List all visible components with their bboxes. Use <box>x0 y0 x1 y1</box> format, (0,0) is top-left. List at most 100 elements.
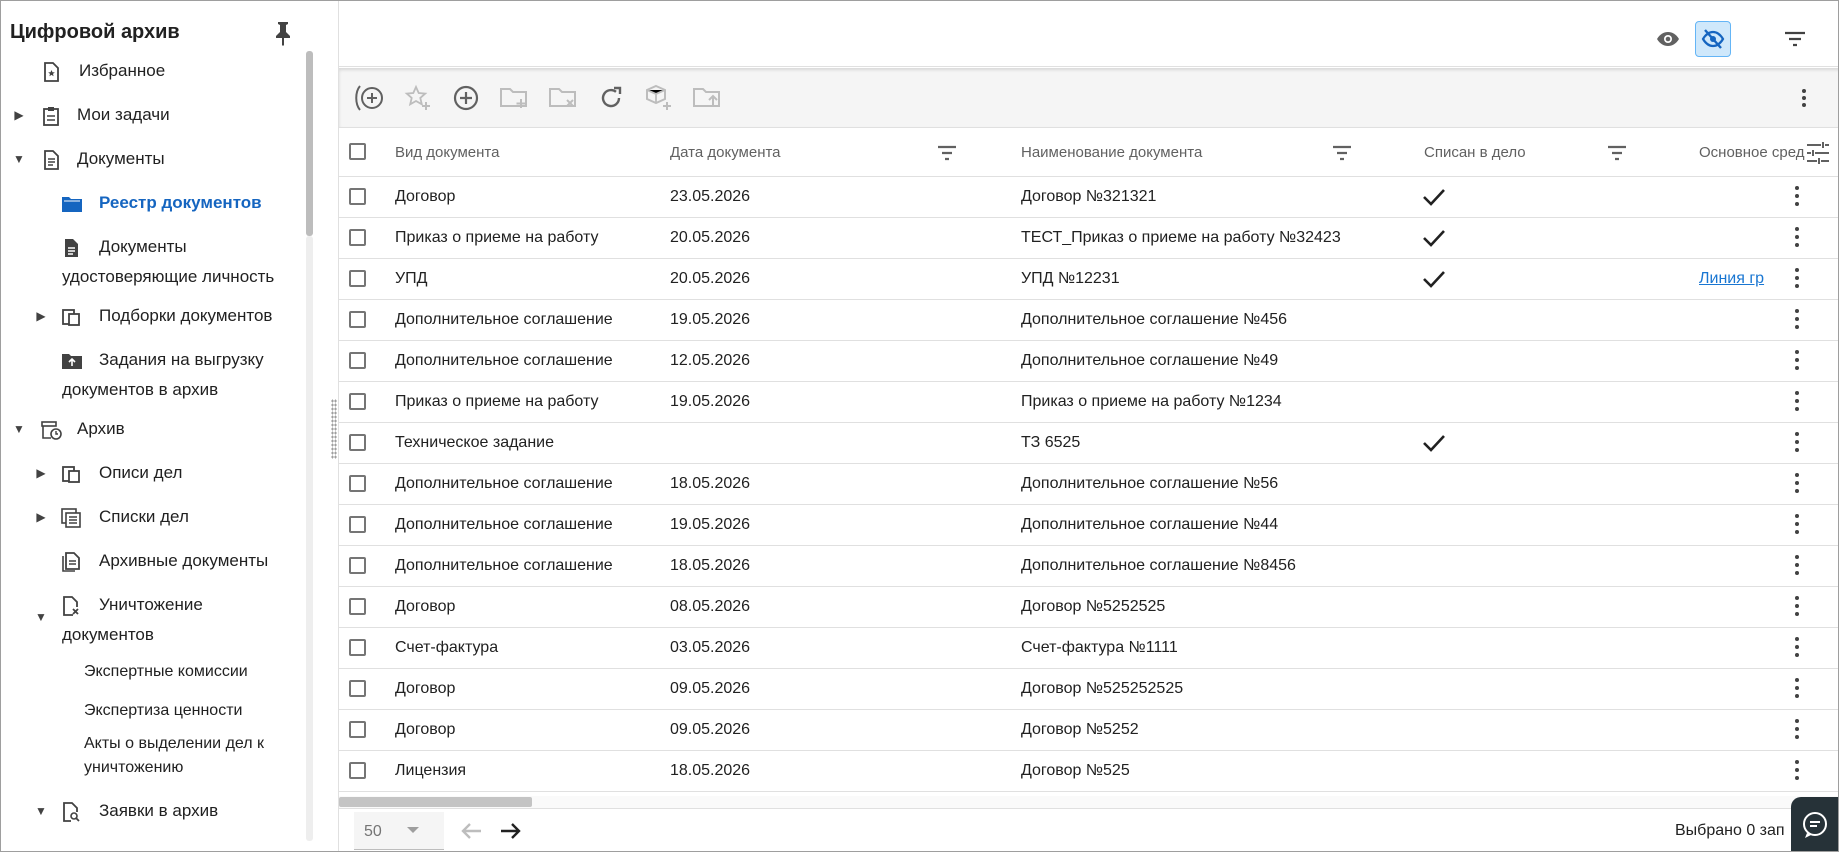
row-menu-icon[interactable] <box>1794 390 1802 414</box>
add-bracket-icon[interactable] <box>354 82 386 114</box>
row-menu-icon[interactable] <box>1794 267 1802 291</box>
cell-document-name: ТЕСТ_Приказ о приеме на работу №32423 <box>1021 229 1341 246</box>
horizontal-scrollbar-thumb[interactable] <box>339 797 532 807</box>
row-checkbox[interactable] <box>349 557 366 574</box>
eye-off-icon[interactable] <box>1695 21 1731 57</box>
row-checkbox[interactable] <box>349 516 366 533</box>
row-checkbox[interactable] <box>349 721 366 738</box>
table-row[interactable]: Дополнительное соглашение 19.05.2026 Допол… <box>339 505 1838 546</box>
arrow-left-icon[interactable] <box>459 819 489 845</box>
table-row[interactable]: Счет-фактура 03.05.2026 Счет-фактура №1111 <box>339 628 1838 669</box>
table-row[interactable]: Приказ о приеме на работу 19.05.2026 Прика… <box>339 382 1838 423</box>
chevron-down-icon[interactable]: ▼ <box>34 796 48 826</box>
chevron-down-icon[interactable]: ▼ <box>12 414 26 444</box>
table-row[interactable]: Дополнительное соглашение 19.05.2026 Допол… <box>339 300 1838 341</box>
folder-upload-icon[interactable] <box>691 82 723 114</box>
column-header-filed[interactable]: Списан в дело <box>1424 144 1526 161</box>
sidebar-item-label: Реестр документов <box>99 193 262 212</box>
add-circle-icon[interactable] <box>450 82 482 114</box>
dropdown-arrow-icon <box>407 827 419 833</box>
table-row[interactable]: Договор 23.05.2026 Договор №321321 <box>339 177 1838 218</box>
sidebar-item-identity-documents[interactable]: Документы удостоверяющие личность <box>1 232 301 292</box>
row-checkbox[interactable] <box>349 639 366 656</box>
row-checkbox[interactable] <box>349 475 366 492</box>
cell-asset-link[interactable]: Линия гр <box>1699 270 1764 288</box>
sidebar-scrollbar-thumb[interactable] <box>306 51 313 236</box>
row-menu-icon[interactable] <box>1794 513 1802 537</box>
row-checkbox[interactable] <box>349 229 366 246</box>
arrow-right-icon[interactable] <box>497 819 527 845</box>
row-checkbox[interactable] <box>349 311 366 328</box>
cell-document-date: 19.05.2026 <box>670 516 751 533</box>
row-menu-icon[interactable] <box>1794 595 1802 619</box>
star-add-icon[interactable] <box>402 82 434 114</box>
sidebar-item-export-tasks[interactable]: Задания на выгрузку документов в архив <box>1 345 301 405</box>
column-header-asset[interactable]: Основное сред <box>1699 144 1805 161</box>
app-window: Цифровой архив Избранное ▶ Мои задачи ▼ <box>0 0 1839 852</box>
row-menu-icon[interactable] <box>1794 677 1802 701</box>
sidebar-scrollbar-track[interactable] <box>306 236 313 841</box>
row-menu-icon[interactable] <box>1794 308 1802 332</box>
column-header-name[interactable]: Наименование документа <box>1021 144 1202 161</box>
row-checkbox[interactable] <box>349 598 366 615</box>
refresh-icon[interactable] <box>595 82 627 114</box>
sidebar-resize-handle[interactable] <box>331 399 337 459</box>
cell-document-name: Договор №525252525 <box>1021 680 1184 697</box>
table-row[interactable]: Договор 08.05.2026 Договор №5252525 <box>339 587 1838 628</box>
column-header-type[interactable]: Вид документа <box>395 144 499 161</box>
chevron-right-icon[interactable]: ▶ <box>34 301 48 331</box>
horizontal-scrollbar[interactable] <box>339 796 1838 808</box>
clipboard-icon <box>41 106 61 126</box>
chevron-right-icon[interactable]: ▶ <box>34 502 48 532</box>
table-row[interactable]: Договор 09.05.2026 Договор №5252 <box>339 710 1838 751</box>
row-checkbox[interactable] <box>349 434 366 451</box>
cell-document-date: 18.05.2026 <box>670 762 751 779</box>
row-menu-icon[interactable] <box>1794 185 1802 209</box>
more-vertical-icon[interactable] <box>1794 82 1814 114</box>
page-size-select[interactable]: 50 <box>354 812 444 850</box>
table-row[interactable]: Дополнительное соглашение 18.05.2026 Допол… <box>339 464 1838 505</box>
row-checkbox[interactable] <box>349 188 366 205</box>
row-checkbox[interactable] <box>349 680 366 697</box>
row-checkbox[interactable] <box>349 762 366 779</box>
chevron-right-icon[interactable]: ▶ <box>34 458 48 488</box>
row-menu-icon[interactable] <box>1794 718 1802 742</box>
row-menu-icon[interactable] <box>1794 472 1802 496</box>
table-row[interactable]: УПД 20.05.2026 УПД №12231 Линия гр <box>339 259 1838 300</box>
table-row[interactable]: Лицензия 18.05.2026 Договор №525 <box>339 751 1838 792</box>
row-menu-icon[interactable] <box>1794 431 1802 455</box>
cell-document-name: ТЗ 6525 <box>1021 434 1081 451</box>
sidebar-item-destruction-acts[interactable]: Акты о выделении дел к уничтожению <box>1 732 301 784</box>
row-checkbox[interactable] <box>349 352 366 369</box>
column-settings-icon[interactable] <box>1805 140 1831 166</box>
row-checkbox[interactable] <box>349 393 366 410</box>
row-menu-icon[interactable] <box>1794 226 1802 250</box>
column-header-date[interactable]: Дата документа <box>670 144 781 161</box>
folder-remove-icon[interactable] <box>547 82 579 114</box>
table-row[interactable]: Техническое задание ТЗ 6525 <box>339 423 1838 464</box>
table-row[interactable]: Договор 09.05.2026 Договор №525252525 <box>339 669 1838 710</box>
package-add-icon[interactable] <box>643 82 675 114</box>
chat-button[interactable] <box>1791 797 1838 851</box>
column-filter-icon[interactable] <box>1606 143 1628 163</box>
column-filter-icon[interactable] <box>1331 143 1353 163</box>
pin-icon[interactable] <box>271 19 295 47</box>
row-menu-icon[interactable] <box>1794 554 1802 578</box>
chevron-right-icon[interactable]: ▶ <box>12 100 26 130</box>
filter-icon[interactable] <box>1777 21 1813 57</box>
eye-icon[interactable] <box>1650 21 1686 57</box>
cell-document-name: Дополнительное соглашение №49 <box>1021 352 1279 369</box>
sidebar-item-destruction[interactable]: ▼ Уничтожение документов <box>1 590 301 650</box>
select-all-checkbox[interactable] <box>349 143 366 160</box>
table-row[interactable]: Дополнительное соглашение 12.05.2026 Допол… <box>339 341 1838 382</box>
row-menu-icon[interactable] <box>1794 349 1802 373</box>
row-menu-icon[interactable] <box>1794 636 1802 660</box>
row-menu-icon[interactable] <box>1794 759 1802 783</box>
folder-add-icon[interactable] <box>498 82 530 114</box>
column-filter-icon[interactable] <box>936 143 958 163</box>
chevron-down-icon[interactable]: ▼ <box>34 602 48 632</box>
table-row[interactable]: Приказ о приеме на работу 20.05.2026 ТЕСТ_… <box>339 218 1838 259</box>
row-checkbox[interactable] <box>349 270 366 287</box>
chevron-down-icon[interactable]: ▼ <box>12 144 26 174</box>
table-row[interactable]: Дополнительное соглашение 18.05.2026 Допол… <box>339 546 1838 587</box>
